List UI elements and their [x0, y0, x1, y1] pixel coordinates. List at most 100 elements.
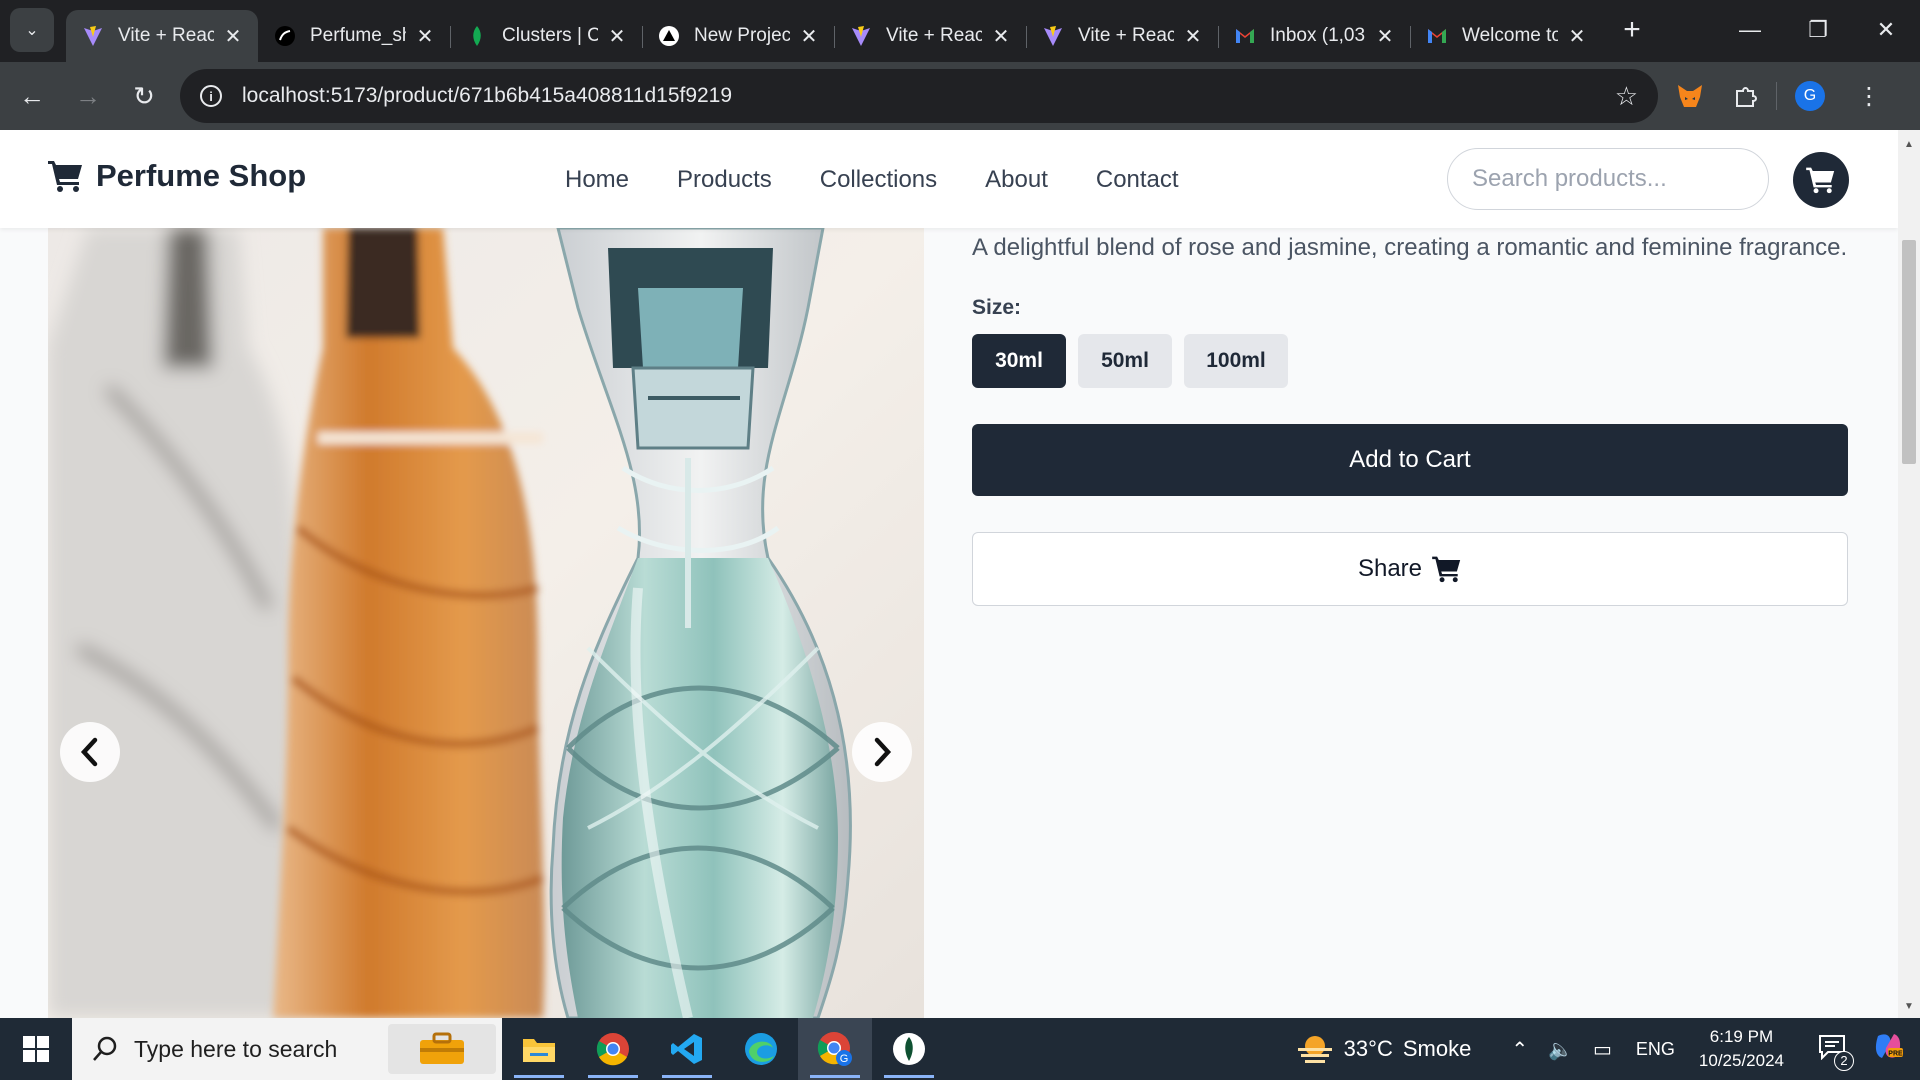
size-selector: 30ml 50ml 100ml [972, 334, 1848, 388]
profile-avatar[interactable]: G [1795, 81, 1825, 111]
restore-button[interactable]: ❐ [1784, 0, 1852, 60]
nav-link-products[interactable]: Products [677, 166, 772, 194]
tab-title: Inbox (1,03 [1270, 25, 1366, 46]
bookmark-star-icon[interactable]: ☆ [1615, 81, 1638, 112]
browser-tab[interactable]: Inbox (1,03 ✕ [1218, 10, 1410, 62]
folder-icon [523, 1039, 555, 1062]
windows-logo-icon [23, 1036, 49, 1062]
taskbar-edge[interactable] [724, 1018, 798, 1080]
vscode-icon [671, 1034, 702, 1064]
close-icon[interactable]: ✕ [1182, 24, 1204, 49]
back-button[interactable]: ← [8, 72, 56, 120]
page-viewport: Perfume Shop Home Products Collections A… [0, 130, 1898, 1018]
chevron-down-icon: ⌄ [25, 22, 39, 39]
minimize-button[interactable]: — [1716, 0, 1784, 60]
tab-title: Welcome to [1462, 25, 1558, 46]
forward-button[interactable]: → [64, 72, 112, 120]
window-controls: — ❐ ✕ [1716, 0, 1920, 60]
weather-widget[interactable]: 33°C Smoke [1296, 1034, 1472, 1064]
carousel-prev-button[interactable] [60, 722, 120, 782]
close-icon[interactable]: ✕ [414, 24, 436, 49]
scroll-up-arrow-icon[interactable]: ▲ [1898, 134, 1920, 154]
taskbar-search[interactable]: Type here to search [72, 1018, 502, 1080]
weather-condition: Smoke [1402, 1036, 1472, 1061]
tab-title: Clusters | Cloud [502, 25, 598, 46]
extensions-button[interactable] [1722, 72, 1770, 120]
notification-center-button[interactable]: 2 [1818, 1034, 1854, 1071]
taskbar-chrome[interactable] [576, 1018, 650, 1080]
add-to-cart-button[interactable]: Add to Cart [972, 424, 1848, 496]
browser-tab[interactable]: Clusters | Cloud ✕ [450, 10, 642, 62]
brand-logo[interactable]: Perfume Shop [48, 158, 306, 194]
browser-tab[interactable]: Vite + React ✕ [66, 10, 258, 62]
share-button[interactable]: Share [972, 532, 1848, 606]
metamask-extension-button[interactable] [1666, 72, 1714, 120]
close-icon[interactable]: ✕ [606, 24, 628, 49]
cart-button[interactable] [1793, 152, 1849, 208]
browser-menu-button[interactable]: ⋮ [1845, 72, 1893, 120]
shopping-cart-icon [1806, 167, 1835, 194]
taskbar-file-explorer[interactable] [502, 1018, 576, 1080]
puzzle-icon [1736, 87, 1757, 107]
tab-title: Vite + React [118, 25, 214, 46]
battery-icon[interactable]: ▭ [1593, 1037, 1612, 1062]
chevron-up-icon[interactable]: ⌃ [1511, 1037, 1528, 1062]
search-input[interactable] [1447, 148, 1769, 210]
minimize-icon: — [1739, 17, 1761, 42]
browser-tab[interactable]: Vite + React ✕ [1026, 10, 1218, 62]
size-option-100ml[interactable]: 100ml [1184, 334, 1288, 388]
nav-link-home[interactable]: Home [565, 166, 629, 194]
start-button[interactable] [0, 1018, 72, 1080]
close-icon[interactable]: ✕ [1566, 24, 1588, 49]
scroll-down-arrow-icon[interactable]: ▼ [1898, 996, 1920, 1016]
language-indicator[interactable]: ENG [1636, 1039, 1675, 1060]
close-icon[interactable]: ✕ [1374, 24, 1396, 49]
tab-title: New Project [694, 25, 790, 46]
plus-icon: + [1623, 13, 1641, 46]
browser-tab[interactable]: Vite + React ✕ [834, 10, 1026, 62]
product-description: A delightful blend of rose and jasmine, … [972, 234, 1848, 261]
arrow-right-icon: → [75, 80, 101, 111]
taskbar-mongodb-compass[interactable] [872, 1018, 946, 1080]
browser-tab[interactable]: Perfume_shop ✕ [258, 10, 450, 62]
nav-link-collections[interactable]: Collections [820, 166, 937, 194]
size-option-50ml[interactable]: 50ml [1078, 334, 1172, 388]
chevron-left-icon [80, 737, 98, 767]
chrome-icon [596, 1033, 629, 1066]
toolbar-divider [1776, 82, 1777, 110]
close-icon[interactable]: ✕ [798, 24, 820, 49]
browser-tab[interactable]: New Project ✕ [642, 10, 834, 62]
clock-time: 6:19 PM [1709, 1027, 1774, 1046]
vercel-icon [658, 25, 680, 47]
shopping-cart-icon [1432, 556, 1461, 583]
new-tab-button[interactable]: + [1610, 8, 1654, 52]
nav-link-contact[interactable]: Contact [1096, 166, 1179, 194]
nav-link-about[interactable]: About [985, 166, 1048, 194]
address-bar[interactable]: i localhost:5173/product/671b6b415a40881… [180, 69, 1658, 123]
copilot-icon[interactable]: PRE [1872, 1030, 1904, 1068]
browser-tab[interactable]: Welcome to ✕ [1410, 10, 1602, 62]
fox-icon [1678, 85, 1702, 107]
url-text[interactable]: localhost:5173/product/671b6b415a408811d… [242, 84, 1615, 108]
kebab-menu-icon: ⋮ [1857, 82, 1881, 110]
taskbar-vscode[interactable] [650, 1018, 724, 1080]
taskbar-chrome-profile[interactable]: G [798, 1018, 872, 1080]
site-info-icon[interactable]: i [200, 85, 222, 107]
close-icon[interactable]: ✕ [222, 24, 244, 49]
search-highlight-icon[interactable] [388, 1024, 496, 1074]
scrollbar-thumb[interactable] [1902, 240, 1916, 464]
system-clock[interactable]: 6:19 PM 10/25/2024 [1699, 1025, 1784, 1073]
close-window-button[interactable]: ✕ [1852, 0, 1920, 60]
tab-search-button[interactable]: ⌄ [10, 8, 54, 52]
github-icon [274, 25, 296, 47]
page-scrollbar[interactable]: ▲ ▼ [1898, 130, 1920, 1018]
gmail-icon [1234, 25, 1256, 47]
site-header: Perfume Shop Home Products Collections A… [0, 130, 1898, 228]
size-option-30ml[interactable]: 30ml [972, 334, 1066, 388]
edge-icon [745, 1033, 777, 1065]
restore-icon: ❐ [1808, 17, 1828, 42]
speaker-muted-icon[interactable]: 🔈 [1548, 1037, 1573, 1062]
close-icon[interactable]: ✕ [990, 24, 1012, 49]
carousel-next-button[interactable] [852, 722, 912, 782]
reload-button[interactable]: ↻ [120, 72, 168, 120]
